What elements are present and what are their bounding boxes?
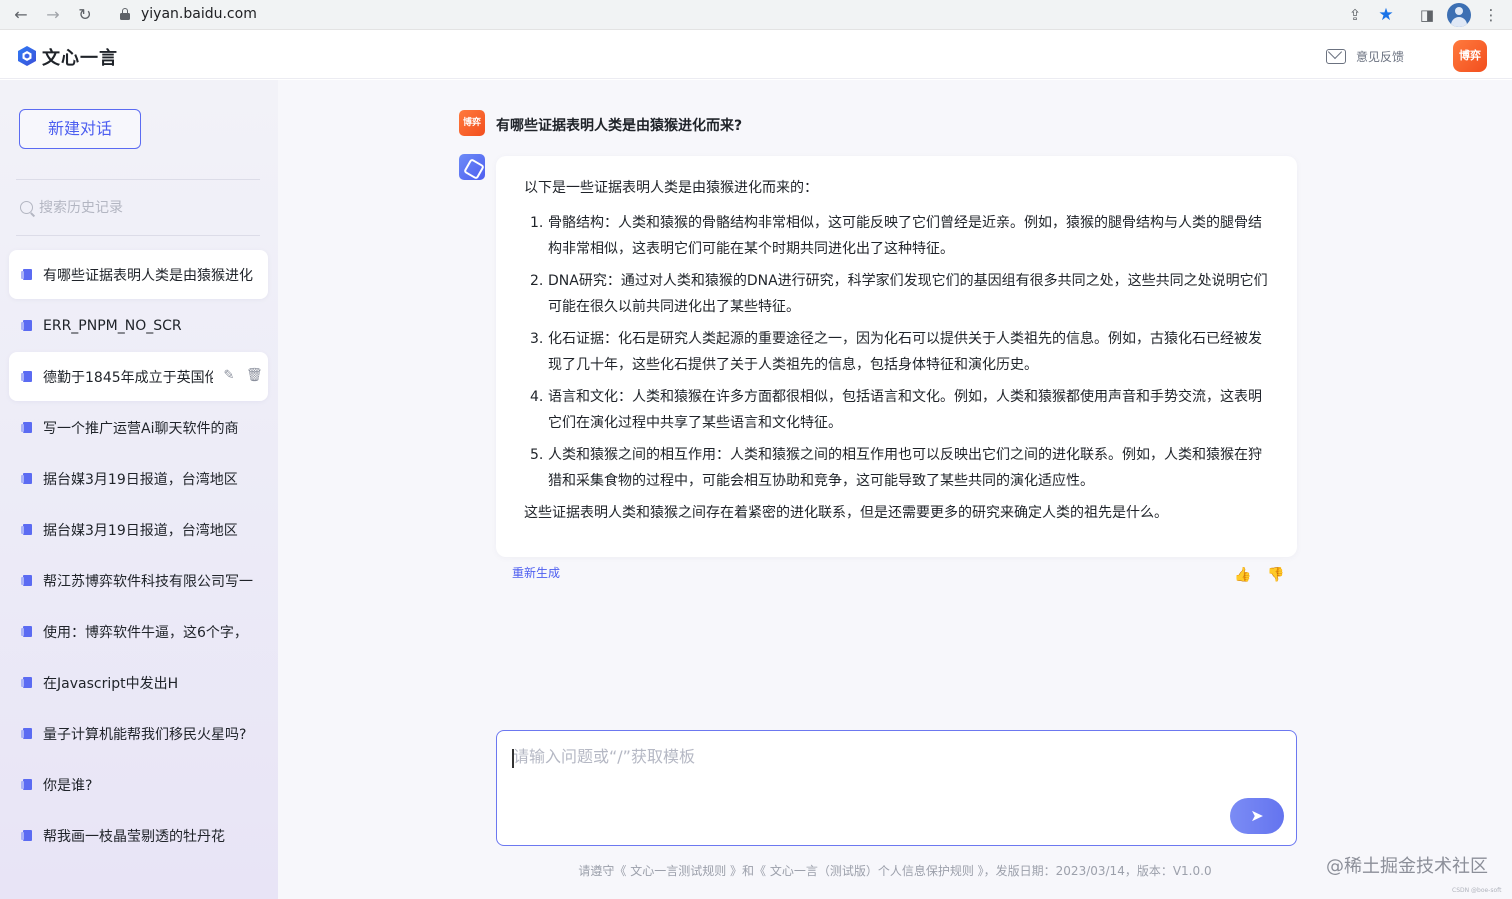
answer-item-number: 1. — [530, 215, 544, 231]
answer-card: 以下是一些证据表明人类是由猿猴进化而来的： 1. 骨骼结构：人类和猿猴的骨骼结构非… — [496, 156, 1297, 557]
chat-icon — [21, 625, 33, 638]
history-item[interactable]: 据台媒3月19日报道，台湾地区 — [9, 454, 268, 503]
app-title: 文心一言 — [42, 48, 118, 69]
answer-item: 4. 语言和文化：人类和猿猴在许多方面都很相似，包括语言和文化。例如，人类和猿猴都… — [524, 384, 1269, 436]
app-header: 文心一言 意见反馈 博弈 — [0, 31, 1512, 79]
history-item-label: 帮我画一枝晶莹剔透的牡丹花 — [43, 828, 225, 845]
history-item-label: 在Javascript中发出H — [43, 675, 179, 692]
history-item-label: 量子计算机能帮我们移民火星吗? — [43, 726, 247, 743]
chat-icon — [21, 676, 33, 689]
chat-icon — [21, 523, 33, 536]
user-question: 有哪些证据表明人类是由猿猴进化而来? — [496, 118, 743, 134]
side-panel-icon[interactable]: ◨ — [1416, 4, 1438, 26]
profile-avatar-icon[interactable] — [1447, 3, 1471, 27]
chat-icon — [21, 574, 33, 587]
prompt-input[interactable] — [513, 747, 1213, 766]
answer-item: 2. DNA研究：通过对人类和猿猴的DNA进行研究，科学家们发现它们的基因组有很多… — [524, 268, 1269, 320]
browser-toolbar: ← → ↻ yiyan.baidu.com ⇪ ★ ◨ ⋮ — [0, 0, 1512, 30]
history-item-label: 你是谁? — [43, 777, 93, 794]
chat-icon — [21, 421, 33, 434]
answer-intro: 以下是一些证据表明人类是由猿猴进化而来的： — [524, 180, 818, 196]
delete-icon[interactable]: 🗑 — [246, 368, 263, 384]
chat-icon — [21, 319, 33, 332]
answer-item: 5. 人类和猿猴之间的相互作用：人类和猿猴之间的相互作用也可以反映出它们之间的进化… — [524, 442, 1269, 494]
send-icon: ➤ — [1250, 806, 1264, 825]
history-item[interactable]: 使用：博弈软件牛逼，这6个字， — [9, 607, 268, 656]
history-item[interactable]: 有哪些证据表明人类是由猿猴进化 — [9, 250, 268, 299]
answer-item: 1. 骨骼结构：人类和猿猴的骨骼结构非常相似，这可能反映了它们曾经是近亲。例如，猿… — [524, 210, 1269, 262]
answer-item-text: 人类和猿猴之间的相互作用：人类和猿猴之间的相互作用也可以反映出它们之间的进化联系… — [548, 447, 1262, 489]
sidebar: 新建对话 搜索历史记录 有哪些证据表明人类是由猿猴进化 ERR_PNPM_NO_… — [0, 80, 278, 899]
divider — [16, 235, 260, 236]
search-icon — [20, 200, 33, 214]
address-bar[interactable]: yiyan.baidu.com — [112, 3, 1328, 27]
chat-icon — [21, 268, 33, 281]
bookmark-star-icon[interactable]: ★ — [1375, 4, 1397, 26]
thumbs-up-icon[interactable]: 👍 — [1234, 566, 1252, 584]
answer-item-text: 骨骼结构：人类和猿猴的骨骼结构非常相似，这可能反映了它们曾经是近亲。例如，猿猴的… — [548, 215, 1262, 257]
more-menu-icon[interactable]: ⋮ — [1480, 4, 1502, 26]
history-item-label: 有哪些证据表明人类是由猿猴进化 — [43, 267, 253, 284]
history-item[interactable]: 帮江苏博弈软件科技有限公司写一 — [9, 556, 268, 605]
history-item[interactable]: 据台媒3月19日报道，台湾地区 — [9, 505, 268, 554]
prompt-box: ➤ — [496, 730, 1297, 846]
history-item-label: 写一个推广运营Ai聊天软件的商 — [43, 420, 239, 437]
lock-icon — [120, 8, 130, 20]
forward-arrow-icon[interactable]: → — [42, 4, 64, 26]
chat-icon — [21, 370, 33, 383]
csdn-watermark: CSDN @boe-soft — [1452, 887, 1502, 894]
text-caret — [512, 749, 514, 768]
history-item-label: 使用：博弈软件牛逼，这6个字， — [43, 624, 248, 641]
answer-summary: 这些证据表明人类和猿猴之间存在着紧密的进化联系，但是还需要更多的研究来确定人类的… — [524, 505, 1168, 521]
divider — [16, 179, 260, 180]
history-item-label: 帮江苏博弈软件科技有限公司写一 — [43, 573, 253, 590]
answer-item-number: 3. — [530, 331, 544, 347]
answer-item: 3. 化石证据：化石是研究人类起源的重要途径之一，因为化石可以提供关于人类祖先的信… — [524, 326, 1269, 378]
feedback-button[interactable]: 意见反馈 — [1326, 46, 1404, 66]
answer-item-number: 4. — [530, 389, 544, 405]
answer-item-text: 化石证据：化石是研究人类起源的重要途径之一，因为化石可以提供关于人类祖先的信息。… — [548, 331, 1262, 373]
regenerate-button[interactable]: 重新生成 — [512, 564, 560, 581]
history-search[interactable]: 搜索历史记录 — [20, 197, 123, 217]
question-avatar: 博弈 — [459, 110, 485, 136]
history-item-label: ERR_PNPM_NO_SCR — [43, 317, 182, 334]
history-item[interactable]: ERR_PNPM_NO_SCR — [9, 301, 268, 350]
chat-icon — [21, 472, 33, 485]
answer-list: 1. 骨骼结构：人类和猿猴的骨骼结构非常相似，这可能反映了它们曾经是近亲。例如，猿… — [524, 210, 1269, 494]
corner-watermark: @稀土掘金技术社区 — [1326, 856, 1488, 877]
logo-icon — [18, 46, 36, 66]
answer-item-number: 5. — [530, 447, 544, 463]
reload-icon[interactable]: ↻ — [74, 4, 96, 26]
new-chat-button[interactable]: 新建对话 — [19, 109, 141, 149]
answer-item-number: 2. — [530, 273, 544, 289]
chat-area: 博弈 有哪些证据表明人类是由猿猴进化而来? 以下是一些证据表明人类是由猿猴进化而… — [278, 80, 1512, 899]
history-item[interactable]: 德勤于1845年成立于英国伦 ✎ 🗑 — [9, 352, 268, 401]
mail-icon — [1326, 48, 1346, 64]
answer-item-text: DNA研究：通过对人类和猿猴的DNA进行研究，科学家们发现它们的基因组有很多共同… — [548, 273, 1268, 315]
history-item-label: 据台媒3月19日报道，台湾地区 — [43, 471, 238, 488]
feedback-label: 意见反馈 — [1356, 49, 1405, 64]
history-item[interactable]: 帮我画一枝晶莹剔透的牡丹花 — [9, 811, 268, 860]
share-icon[interactable]: ⇪ — [1344, 4, 1366, 26]
url-text: yiyan.baidu.com — [141, 6, 257, 22]
chat-icon — [21, 727, 33, 740]
answer-item-text: 语言和文化：人类和猿猴在许多方面都很相似，包括语言和文化。例如，人类和猿猴都使用… — [548, 389, 1262, 431]
history-item-label: 德勤于1845年成立于英国伦 — [43, 369, 213, 386]
history-item[interactable]: 写一个推广运营Ai聊天软件的商 — [9, 403, 268, 452]
history-item[interactable]: 量子计算机能帮我们移民火星吗? — [9, 709, 268, 758]
chat-icon — [21, 778, 33, 791]
history-item-label: 据台媒3月19日报道，台湾地区 — [43, 522, 238, 539]
history-item[interactable]: 在Javascript中发出H — [9, 658, 268, 707]
search-placeholder: 搜索历史记录 — [39, 200, 123, 216]
user-avatar[interactable]: 博弈 — [1453, 40, 1487, 72]
thumbs-down-icon[interactable]: 👎 — [1267, 566, 1285, 584]
edit-icon[interactable]: ✎ — [221, 368, 237, 384]
send-button[interactable]: ➤ — [1230, 798, 1284, 834]
back-arrow-icon[interactable]: ← — [10, 4, 32, 26]
chat-icon — [21, 829, 33, 842]
bot-avatar-icon — [459, 154, 485, 180]
history-item[interactable]: 你是谁? — [9, 760, 268, 809]
